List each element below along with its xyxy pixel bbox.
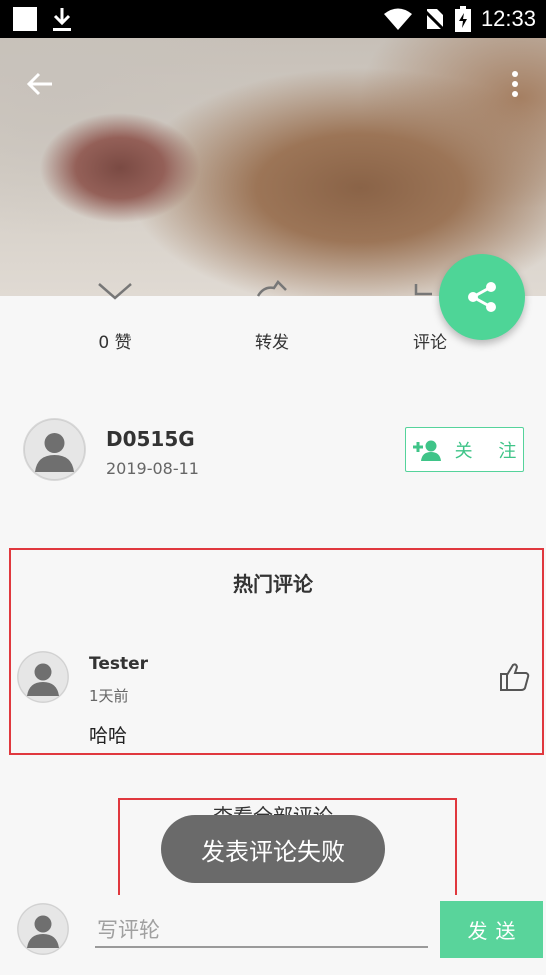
no-sim-icon — [422, 8, 445, 31]
back-button[interactable] — [22, 66, 58, 102]
follow-label: 关 注 — [454, 440, 527, 462]
more-button[interactable] — [500, 66, 530, 102]
like-count: 0 赞 — [98, 333, 132, 353]
commenter-name[interactable]: Tester — [89, 654, 148, 674]
more-vertical-icon — [512, 71, 518, 97]
screen: 12:33 0 赞 转发 评论 D0515G 2019-08-11 关 注 热门… — [0, 0, 546, 975]
toast-message: 发表评论失败 — [201, 837, 345, 866]
status-time: 12:33 — [480, 6, 536, 31]
thumbs-up-icon[interactable] — [498, 660, 532, 694]
comment-time: 1天前 — [89, 687, 129, 705]
my-avatar — [17, 903, 69, 955]
forward-icon — [256, 280, 287, 297]
share-button[interactable] — [439, 254, 525, 340]
heart-icon — [98, 283, 132, 300]
share-icon — [468, 282, 496, 312]
notification-square-icon — [13, 7, 37, 31]
wifi-icon — [383, 8, 412, 30]
add-user-icon — [412, 440, 441, 461]
commenter-avatar[interactable] — [17, 651, 69, 703]
hot-comments-title: 热门评论 — [233, 572, 313, 596]
user-avatar-icon — [17, 651, 69, 703]
error-toast: 发表评论失败 — [161, 815, 385, 883]
forward-label: 转发 — [255, 333, 289, 353]
send-button[interactable]: 发送 — [440, 901, 543, 958]
comment-input[interactable] — [95, 910, 428, 948]
battery-charging-icon — [454, 6, 471, 32]
author-avatar[interactable] — [23, 418, 86, 481]
user-avatar-icon — [24, 419, 85, 480]
arrow-left-icon — [26, 72, 52, 96]
follow-button[interactable]: 关 注 — [405, 427, 524, 472]
like-button[interactable]: 0 赞 — [55, 283, 175, 366]
post-date: 2019-08-11 — [106, 459, 199, 478]
user-avatar-icon — [17, 903, 69, 955]
author-name[interactable]: D0515G — [106, 427, 195, 451]
forward-button[interactable]: 转发 — [212, 280, 332, 366]
download-icon — [53, 8, 71, 31]
comment-text: 哈哈 — [89, 725, 128, 747]
status-bar: 12:33 — [0, 0, 546, 38]
